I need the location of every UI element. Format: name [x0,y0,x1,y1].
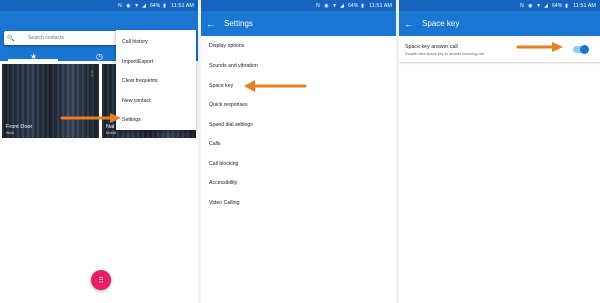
pointer-arrow [60,113,121,123]
dialpad-button[interactable]: ⠿ [91,270,111,290]
contact-name: Front Door [6,124,33,130]
wifi-icon: ▼ [536,3,542,9]
settings-item-speed-dial[interactable]: Speed dial settings [209,122,253,128]
settings-item-calls[interactable]: Calls [209,141,221,147]
clock-text: 11:51 AM [573,2,596,9]
menu-item-clear-frequents[interactable]: Clear frequents [122,78,157,84]
wifi-icon: ▼ [134,3,140,9]
menu-item-new-contact[interactable]: New contact [122,98,151,104]
app-bar: ← Space key [399,11,600,36]
signal-icon: ◢ [142,3,146,9]
battery-text: 64% [150,2,161,9]
page-title: Settings [224,19,253,28]
setting-title: Space key answer call [405,44,458,50]
settings-item-display-options[interactable]: Display options [209,43,244,49]
nfc-icon: N [316,3,320,9]
battery-icon: ▮ [361,3,364,9]
search-placeholder: Search contacts [28,35,64,41]
menu-item-call-history[interactable]: Call history [122,39,148,45]
status-bar: N ◉ ▼ ◢ 64% ▮ 11:51 AM [201,0,396,11]
overflow-menu: Call history Import/Export Clear frequen… [116,30,196,130]
vibrate-icon: ◉ [126,3,131,9]
clock-icon[interactable]: ◷ [96,52,103,61]
nfc-icon: N [118,3,122,9]
clock-text: 11:51 AM [369,2,392,9]
pointer-arrow [516,42,563,52]
vibrate-icon: ◉ [528,3,533,9]
back-arrow-icon[interactable]: ← [206,19,224,29]
space-key-toggle[interactable] [573,45,589,54]
battery-icon: ▮ [163,3,166,9]
space-key-panel: N ◉ ▼ ◢ 64% ▮ 11:51 AM ← Space key Space… [399,0,600,303]
settings-panel: N ◉ ▼ ◢ 64% ▮ 11:51 AM ← Settings Displa… [201,0,396,303]
settings-item-space-key[interactable]: Space key [209,83,233,89]
settings-item-accessibility[interactable]: Accessibility [209,180,237,186]
nfc-icon: N [520,3,524,9]
signal-icon: ◢ [544,3,548,9]
wifi-icon: ▼ [332,3,338,9]
contact-label: Mobile [106,131,117,135]
settings-item-sounds[interactable]: Sounds and vibration [209,63,258,69]
clock-text: 11:51 AM [171,2,194,9]
back-arrow-icon[interactable]: ← [404,19,422,29]
contacts-panel: N ◉ ▼ ◢ 64% ▮ 11:51 AM 🔍 Search contacts… [0,0,198,303]
battery-icon: ▮ [565,3,568,9]
tab-indicator [8,59,58,61]
vibrate-icon: ◉ [324,3,329,9]
status-bar: N ◉ ▼ ◢ 64% ▮ 11:51 AM [399,0,600,11]
menu-item-settings[interactable]: Settings [122,117,141,123]
toggle-knob [580,45,589,54]
signal-icon: ◢ [340,3,344,9]
contact-label: Work [6,131,15,135]
status-bar: N ◉ ▼ ◢ 64% ▮ 11:51 AM [0,0,198,11]
contact-name: Nat [106,124,115,130]
search-icon: 🔍 [7,35,15,42]
setting-description: Double click space key to answer incomin… [405,52,485,56]
battery-text: 64% [552,2,563,9]
app-bar: ← Settings [201,11,396,36]
settings-item-call-blocking[interactable]: Call blocking [209,161,238,167]
settings-item-video-calling[interactable]: Video Calling [209,200,239,206]
settings-item-quick-responses[interactable]: Quick responses [209,102,248,108]
page-title: Space key [422,19,460,28]
more-vert-icon[interactable]: ⋮ [89,70,95,77]
pointer-arrow [244,80,307,92]
contact-tile[interactable]: ⋮ Front Door Work [2,64,99,138]
battery-text: 64% [348,2,359,9]
menu-item-import-export[interactable]: Import/Export [122,59,153,65]
dialpad-icon: ⠿ [98,275,104,285]
